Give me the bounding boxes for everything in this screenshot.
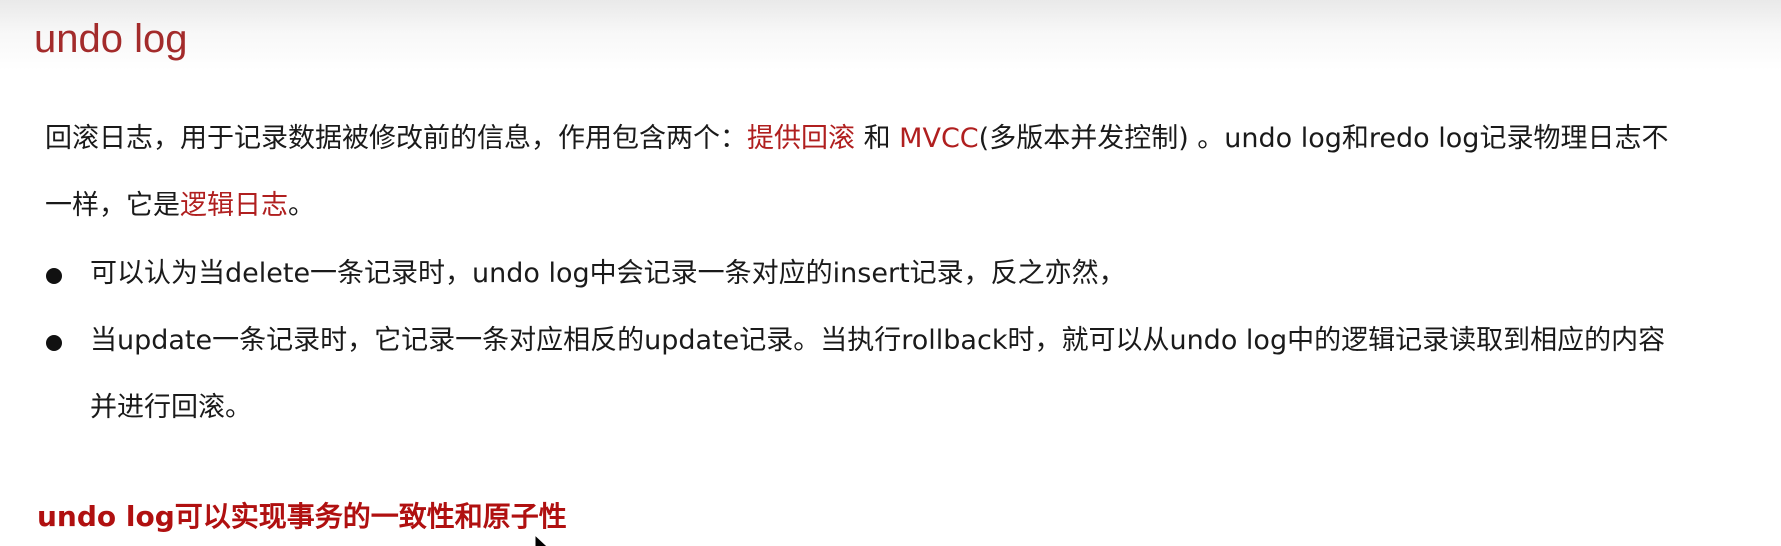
bullet-item-1: 可以认为当delete一条记录时，undo log中会记录一条对应的insert… (90, 258, 1126, 289)
highlight-mvcc: MVCC (899, 123, 979, 154)
intro-text-and: 和 (855, 123, 900, 154)
header-band (0, 0, 1781, 70)
bullet-icon (46, 268, 62, 284)
mouse-pointer-icon (534, 534, 552, 546)
intro-text-line2: 一样，它是 (45, 190, 180, 221)
bullet-item-2-line-2: 并进行回滚。 (90, 392, 252, 423)
bullet-icon (46, 335, 62, 351)
highlight-rollback: 提供回滚 (747, 123, 855, 154)
bullet-item-2-line-1: 当update一条记录时，它记录一条对应相反的update记录。当执行rollb… (90, 325, 1666, 356)
page-title: undo log (34, 17, 188, 61)
intro-paragraph-line-1: 回滚日志，用于记录数据被修改前的信息，作用包含两个：提供回滚 和 MVCC(多版… (45, 119, 1745, 159)
intro-text-end: 。 (288, 190, 315, 221)
highlight-logical-log: 逻辑日志 (180, 190, 288, 221)
intro-paragraph-line-2: 一样，它是逻辑日志。 (45, 186, 1745, 226)
intro-text: 回滚日志，用于记录数据被修改前的信息，作用包含两个： (45, 123, 747, 154)
intro-text-mvcc-desc: (多版本并发控制) 。undo log和redo log记录物理日志不 (978, 123, 1669, 154)
conclusion-text: undo log可以实现事务的一致性和原子性 (37, 500, 567, 533)
